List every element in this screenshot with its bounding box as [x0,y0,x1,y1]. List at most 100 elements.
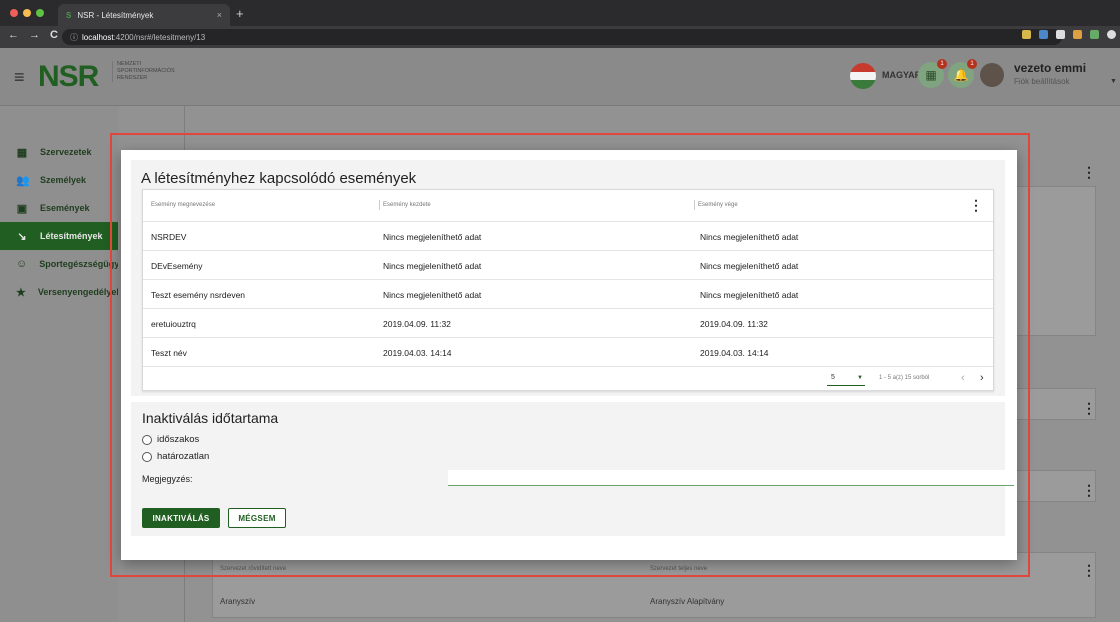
page-range-info: 1 - 5 a(z) 15 sorból [879,375,930,381]
sidebar-item-persons[interactable]: 👥 Személyek [0,166,118,194]
avatar[interactable] [978,61,1006,89]
tab-close-icon[interactable]: × [217,10,222,20]
inactivation-title: Inaktiválás időtartama [142,410,279,426]
event-name-cell: DEvEsemény [151,261,203,271]
inactivate-button[interactable]: INAKTIVÁLÁS [142,508,220,528]
background-table [212,552,1096,618]
cancel-button[interactable]: MÉGSEM [228,508,286,528]
extension-icon[interactable] [1056,30,1065,39]
event-start-cell: Nincs megjeleníthető adat [383,290,482,300]
extension-icon[interactable] [1039,30,1048,39]
event-start-cell: 2019.04.03. 14:14 [383,348,452,358]
table-kebab-menu-icon[interactable]: ⋮ [969,197,983,214]
table-header: Esemény megnevezése Esemény kezdete Esem… [143,190,993,222]
kebab-menu-icon[interactable]: ⋮ [1082,562,1096,579]
note-label: Megjegyzés: [142,474,193,484]
chevron-down-icon: ▼ [857,375,863,381]
smiley-icon: ☺ [16,258,28,270]
nsr-logo[interactable]: NSR [38,60,99,94]
hungarian-flag-icon[interactable] [850,63,876,89]
sidebar-item-label: Sportegészségügy [39,259,118,269]
sidebar-item-label: Személyek [40,175,87,185]
account-settings-link[interactable]: Fiók beállítások [1014,77,1070,86]
star-icon: ★ [16,286,26,299]
forward-button[interactable]: → [29,29,40,41]
inactivation-section: Inaktiválás időtartama időszakos határoz… [131,402,1014,536]
event-end-cell: 2019.04.03. 14:14 [700,348,769,358]
sidebar-item-sports-health[interactable]: ☺ Sportegészségügy [0,250,118,278]
building-icon: ▦ [16,146,28,159]
event-name-cell: Teszt esemény nsrdeven [151,290,246,300]
calculator-button[interactable]: ▦ 1 [918,59,947,88]
star-icon[interactable] [1022,30,1031,39]
event-name-cell: Teszt név [151,348,187,358]
events-section: A létesítményhez kapcsolódó események Es… [131,160,1005,396]
radio-button[interactable] [142,451,152,462]
table-paginator: 5 ▼ 1 - 5 a(z) 15 sorból ‹ › [143,367,993,391]
event-name-cell: eretuiouztrq [151,319,196,329]
menu-icon[interactable]: ≡ [14,67,25,88]
dialog-title: A létesítményhez kapcsolódó események [141,170,417,187]
logo-subtitle: NEMZETI SPORTINFORMÁCIÓS RENDSZER [112,61,202,82]
column-header-name[interactable]: Esemény megnevezése [151,202,215,208]
page-size-select[interactable]: 5 ▼ [827,374,865,386]
notifications-button[interactable]: 🔔 1 [948,59,977,88]
maximize-window-button[interactable] [36,9,44,17]
table-row[interactable]: Teszt név 2019.04.03. 14:14 2019.04.03. … [143,338,993,367]
reload-button[interactable]: C [50,29,58,41]
column-separator [694,200,695,210]
table-row[interactable]: Teszt esemény nsrdeven Nincs megjeleníth… [143,280,993,309]
browser-tab[interactable]: S NSR - Létesítmények × [58,4,230,26]
calendar-icon: ▣ [16,202,28,215]
address-bar[interactable]: ⓘ localhost:4200/nsr#/letesitmeny/13 [62,29,1062,45]
new-tab-button[interactable]: + [236,6,244,21]
column-header-end[interactable]: Esemény vége [698,202,738,208]
sidebar-item-label: Versenyengedélyek [37,287,118,297]
favicon-icon: S [66,10,72,20]
back-button[interactable]: ← [8,29,19,41]
column-separator [379,200,380,210]
bell-icon: 🔔 [953,68,969,82]
radio-label[interactable]: időszakos [157,434,199,445]
user-name[interactable]: vezeto emmi [1014,61,1086,75]
info-icon[interactable]: ⓘ [70,32,78,43]
minimize-window-button[interactable] [23,9,31,17]
event-start-cell: 2019.04.09. 11:32 [383,319,451,329]
sidebar: ▦ Szervezetek 👥 Személyek ▣ Események ↘ … [0,106,118,622]
sidebar-item-facilities[interactable]: ↘ Létesítmények [0,222,118,250]
next-page-button[interactable]: › [980,372,984,384]
radio-label[interactable]: határozatlan [157,451,209,462]
kebab-menu-icon[interactable]: ⋮ [1082,164,1096,181]
event-end-cell: Nincs megjeleníthető adat [700,261,799,271]
url-host: localhost [82,32,114,42]
kebab-menu-icon[interactable]: ⋮ [1082,400,1096,417]
url-path: :4200/nsr#/letesitmeny/13 [113,32,206,42]
previous-page-button[interactable]: ‹ [961,372,965,384]
event-name-cell: NSRDEV [151,232,187,242]
column-header-start[interactable]: Esemény kezdete [383,202,431,208]
extension-icon[interactable] [1090,30,1099,39]
table-row[interactable]: eretuiouztrq 2019.04.09. 11:32 2019.04.0… [143,309,993,338]
table-row[interactable]: NSRDEV Nincs megjeleníthető adat Nincs m… [143,222,993,251]
periodic-option[interactable]: időszakos [142,434,199,445]
browser-chrome: S NSR - Létesítmények × + ← → C ⓘ localh… [0,0,1120,48]
sidebar-item-organizations[interactable]: ▦ Szervezetek [0,138,118,166]
column-header: Szervezet teljes neve [650,566,708,572]
window-controls [10,9,44,17]
event-start-cell: Nincs megjeleníthető adat [383,232,482,242]
sidebar-item-competition-licenses[interactable]: ★ Versenyengedélyek [0,278,118,306]
kebab-menu-icon[interactable]: ⋮ [1082,482,1096,499]
sidebar-item-events[interactable]: ▣ Események [0,194,118,222]
user-menu-caret-icon[interactable]: ▼ [1110,78,1117,85]
note-input[interactable] [448,470,1014,486]
tab-title: NSR - Létesítmények [77,10,154,20]
radio-button[interactable] [142,434,152,445]
notification-badge: 1 [937,59,947,69]
indefinite-option[interactable]: határozatlan [142,451,209,462]
profile-icon[interactable] [1107,30,1116,39]
extension-icon[interactable] [1073,30,1082,39]
close-window-button[interactable] [10,9,18,17]
calculator-icon: ▦ [925,68,937,82]
related-events-dialog: A létesítményhez kapcsolódó események Es… [121,150,1017,560]
table-row[interactable]: DEvEsemény Nincs megjeleníthető adat Nin… [143,251,993,280]
